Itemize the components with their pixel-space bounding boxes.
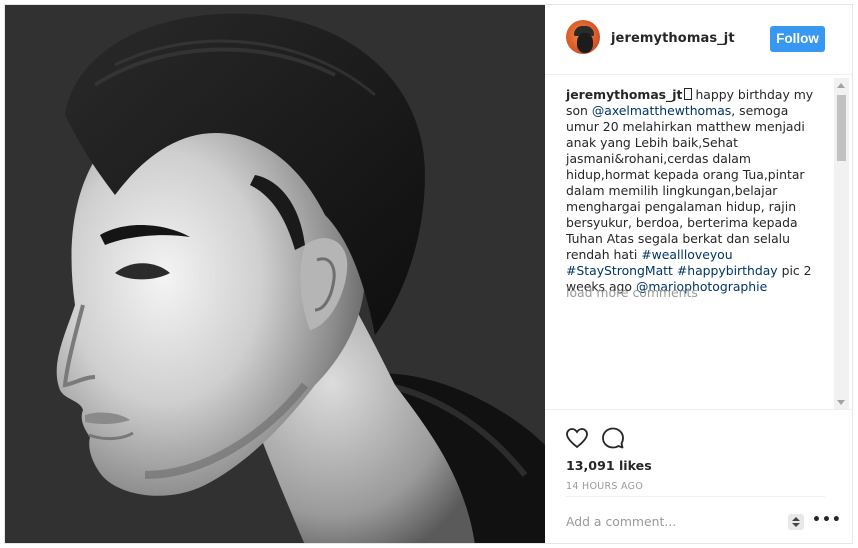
add-comment-row: •••: [566, 496, 841, 543]
scroll-up-arrow-icon[interactable]: [837, 83, 845, 88]
instagram-post: jeremythomas_jt Follow jeremythomas_jt ha…: [4, 4, 853, 544]
add-comment-input[interactable]: [566, 511, 766, 531]
portrait-image: [5, 5, 545, 543]
post-photo[interactable]: [5, 5, 545, 543]
post-caption: jeremythomas_jt happy birthday my son @ax…: [566, 87, 816, 295]
caption-text: , semoga umur 20 melahirkan matthew menj…: [566, 103, 805, 262]
caption-mention[interactable]: @axelmatthewthomas: [592, 103, 731, 118]
scrollbar-thumb[interactable]: [837, 95, 846, 161]
spinner-control[interactable]: [788, 514, 804, 530]
more-options-icon[interactable]: •••: [812, 512, 842, 528]
comment-bubble-icon[interactable]: [601, 426, 625, 450]
heart-icon[interactable]: [565, 426, 589, 450]
post-side-panel: jeremythomas_jt Follow jeremythomas_jt ha…: [545, 5, 852, 543]
avatar[interactable]: [566, 20, 600, 54]
spin-down-arrow-icon[interactable]: [792, 523, 800, 527]
comments-scrollbar[interactable]: [834, 78, 849, 410]
header-username[interactable]: jeremythomas_jt: [611, 31, 735, 46]
follow-button[interactable]: Follow: [770, 26, 825, 52]
caption-hashtag[interactable]: #StayStrongMatt: [566, 263, 673, 278]
post-timestamp[interactable]: 14 HOURS AGO: [566, 481, 643, 492]
caption-username[interactable]: jeremythomas_jt: [566, 87, 682, 102]
likes-count[interactable]: 13,091 likes: [566, 458, 652, 473]
emoji-placeholder-icon: [684, 88, 693, 100]
post-actions: 13,091 likes 14 HOURS AGO •••: [545, 409, 852, 543]
post-header: jeremythomas_jt Follow: [545, 5, 852, 75]
load-more-comments-link[interactable]: load more comments: [566, 285, 698, 300]
caption-hashtag[interactable]: #weallloveyou: [641, 247, 732, 262]
avatar-face-shape: [577, 33, 593, 53]
comments-section: jeremythomas_jt happy birthday my son @ax…: [545, 76, 852, 409]
caption-hashtag[interactable]: #happybirthday: [677, 263, 778, 278]
scroll-down-arrow-icon[interactable]: [837, 400, 845, 405]
spin-up-arrow-icon[interactable]: [792, 517, 800, 521]
